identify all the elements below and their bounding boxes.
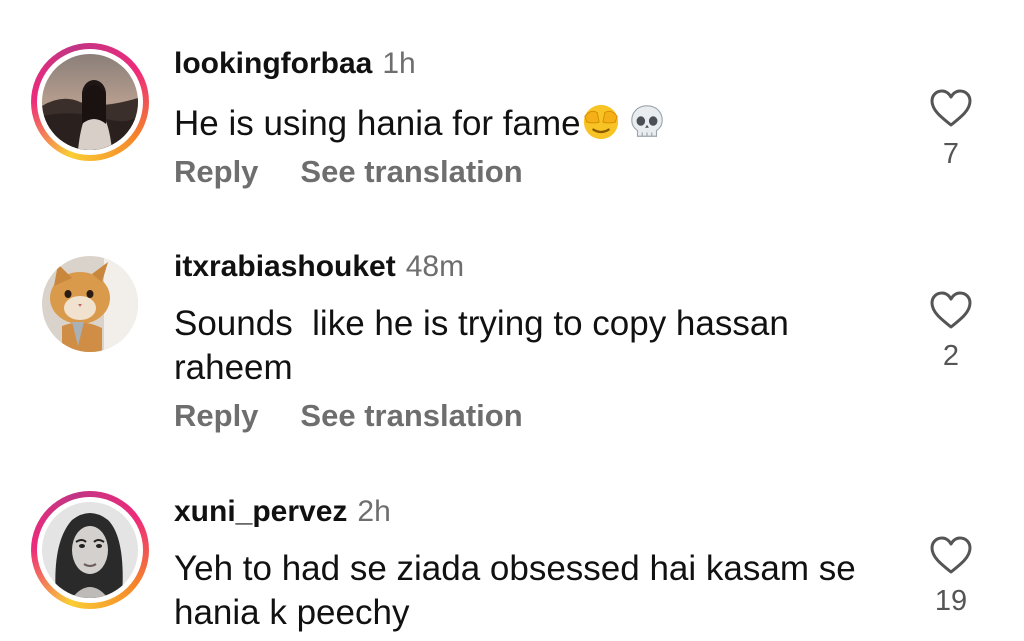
avatar[interactable] — [42, 256, 138, 352]
comment-text: Yeh to had se ziada obsessed hai kasam s… — [174, 549, 856, 632]
heart-outline-icon[interactable] — [929, 88, 973, 128]
reply-button[interactable]: Reply — [174, 154, 258, 189]
comment-text: He is using hania for fame — [174, 102, 894, 146]
comment-time: 1h — [382, 47, 416, 80]
skull-emoji — [630, 105, 663, 137]
like-control: 7 — [923, 88, 979, 171]
username-text[interactable]: xuni_pervez — [174, 495, 347, 528]
avatar-image — [42, 502, 138, 598]
avatar-wrapper[interactable] — [31, 245, 149, 363]
comment-time: 2h — [357, 495, 391, 528]
like-count: 2 — [942, 340, 960, 372]
see-translation-button[interactable]: See translation — [300, 398, 522, 433]
comment-username[interactable]: itxrabiashouket 48m — [174, 250, 464, 284]
face-with-hand-over-eyes-emoji — [583, 104, 618, 140]
like-control: 2 — [923, 290, 979, 373]
comment-item: itxrabiashouket 48m Sounds like he is try… — [0, 210, 1024, 480]
username-text[interactable]: lookingforbaa — [174, 47, 372, 80]
avatar-image — [42, 54, 138, 150]
like-count: 7 — [942, 138, 960, 170]
username-text[interactable]: itxrabiashouket — [174, 250, 396, 283]
avatar[interactable] — [42, 502, 138, 598]
comment-text-content: He is using hania for fame — [174, 104, 581, 143]
comment-actions: Reply See translation — [174, 154, 523, 190]
avatar[interactable] — [42, 54, 138, 150]
avatar-image — [42, 256, 138, 352]
comment-time: 48m — [405, 250, 465, 283]
comment-username[interactable]: lookingforbaa 1h — [174, 47, 416, 81]
avatar-story-ring[interactable] — [31, 43, 149, 161]
comment-actions: Reply See translation — [174, 398, 523, 434]
see-translation-button[interactable]: See translation — [300, 154, 522, 189]
avatar-story-ring[interactable] — [31, 491, 149, 609]
comment-text: Sounds like he is trying to copy hassan … — [174, 304, 799, 387]
heart-outline-icon[interactable] — [929, 290, 973, 330]
comment-item: xuni_pervez 2h Yeh to had se ziada obsess… — [0, 480, 1024, 641]
comment-username[interactable]: xuni_pervez 2h — [174, 495, 391, 529]
like-control: 19 — [923, 535, 979, 618]
comment-item: lookingforbaa 1h He is using hania for fa… — [0, 0, 1024, 210]
like-count: 19 — [934, 585, 968, 617]
reply-button[interactable]: Reply — [174, 398, 258, 433]
heart-outline-icon[interactable] — [929, 535, 973, 575]
